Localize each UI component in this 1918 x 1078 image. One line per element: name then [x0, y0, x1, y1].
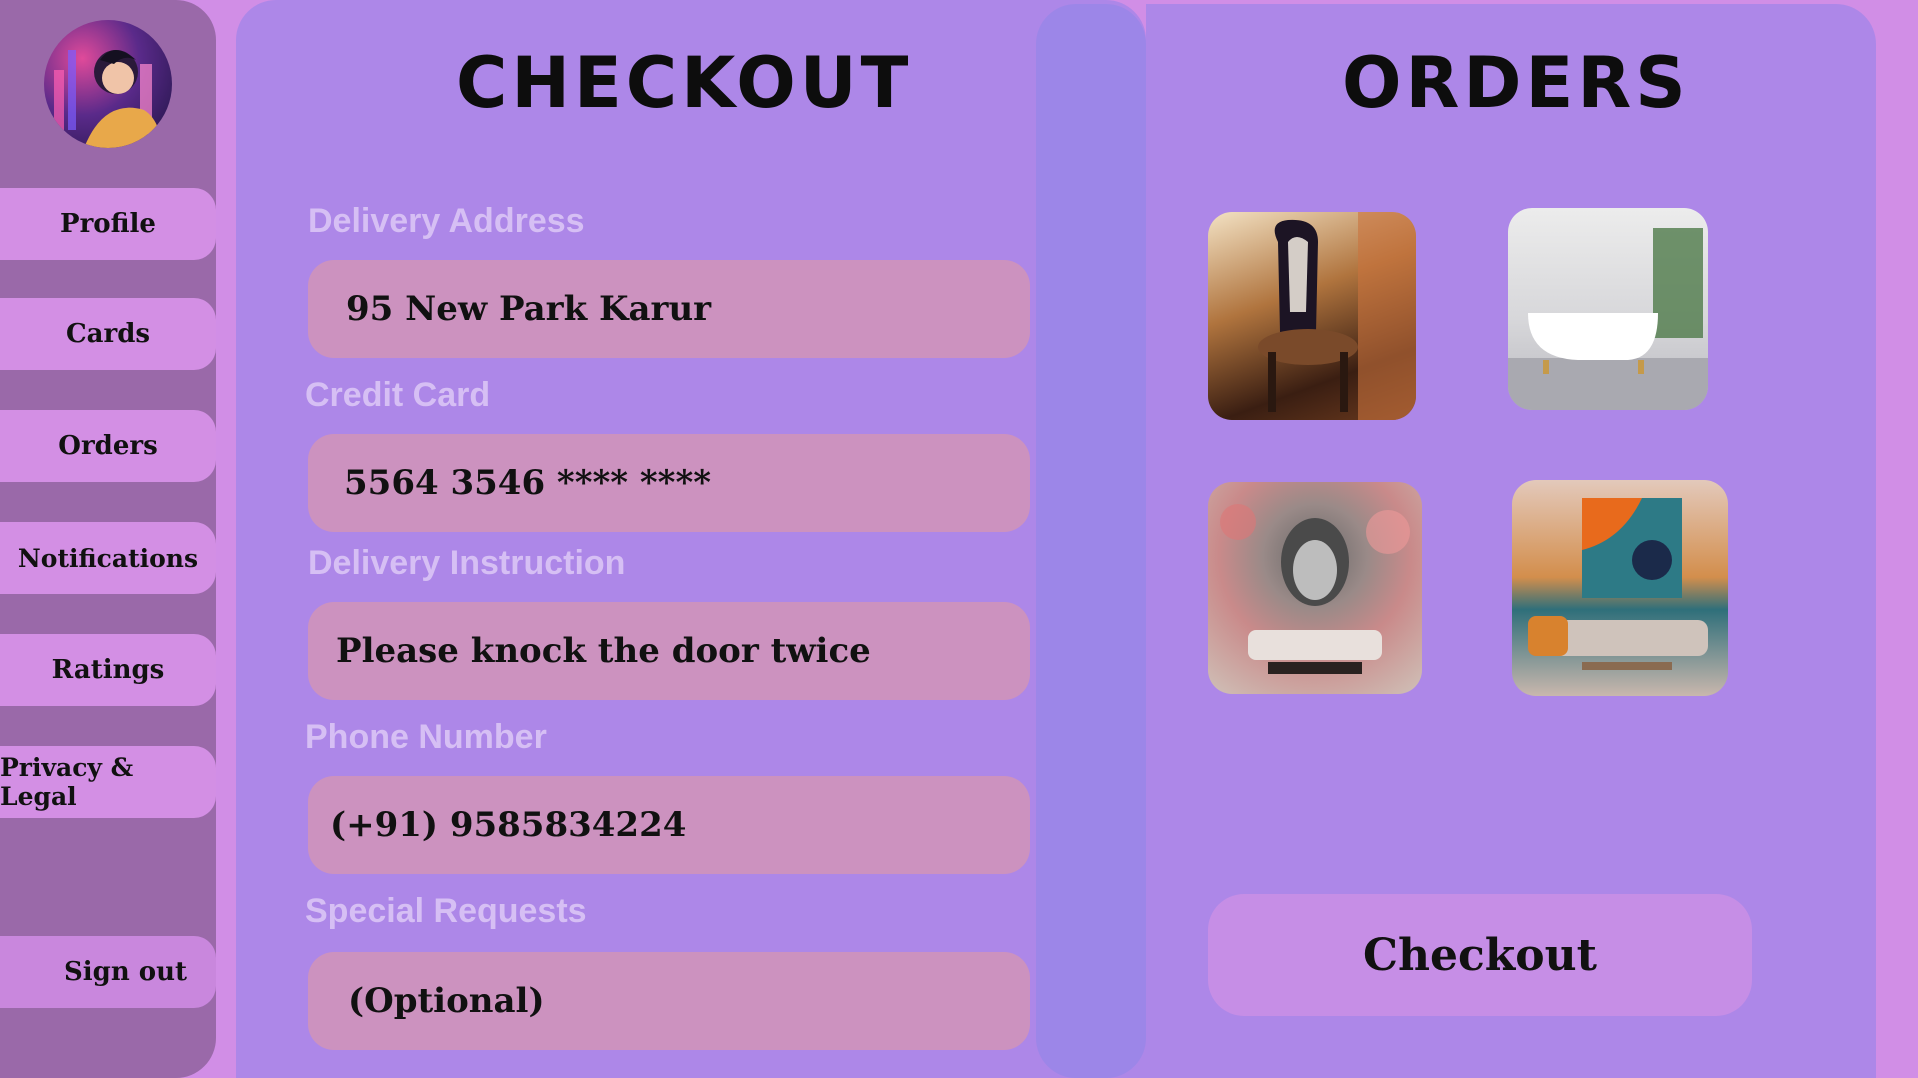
bathtub-image-icon [1508, 228, 1708, 410]
sign-out-button[interactable]: Sign out [0, 936, 216, 1008]
checkout-button[interactable]: Checkout [1208, 894, 1752, 1016]
order-item-wall-art[interactable] [1208, 482, 1422, 694]
phone-number-field[interactable]: (+91) 9585834224 [308, 776, 1030, 874]
order-item-chair[interactable] [1208, 212, 1416, 420]
delivery-address-label: Delivery Address [308, 202, 585, 240]
sidebar: Profile Cards Orders Notifications Ratin… [0, 0, 216, 1078]
order-item-bathtub[interactable] [1508, 208, 1708, 410]
sidebar-item-profile[interactable]: Profile [0, 188, 216, 260]
delivery-address-field[interactable]: 95 New Park Karur [308, 260, 1030, 358]
avatar[interactable] [44, 20, 172, 148]
orders-title: ORDERS [1342, 42, 1690, 124]
sidebar-item-cards[interactable]: Cards [0, 298, 216, 370]
phone-number-label: Phone Number [305, 718, 547, 756]
sidebar-item-ratings[interactable]: Ratings [0, 634, 216, 706]
credit-card-field[interactable]: 5564 3546 **** **** [308, 434, 1030, 532]
avatar-illustration-icon [54, 50, 162, 148]
special-requests-field[interactable]: (Optional) [308, 952, 1030, 1050]
chair-image-icon [1258, 212, 1416, 420]
sidebar-item-privacy-legal[interactable]: Privacy & Legal [0, 746, 216, 818]
special-requests-label: Special Requests [305, 892, 587, 930]
delivery-instruction-field[interactable]: Please knock the door twice [308, 602, 1030, 700]
living-room-image-icon [1528, 498, 1708, 670]
checkout-title: CHECKOUT [456, 42, 913, 124]
delivery-instruction-label: Delivery Instruction [308, 544, 626, 582]
sidebar-item-notifications[interactable]: Notifications [0, 522, 216, 594]
sidebar-item-orders[interactable]: Orders [0, 410, 216, 482]
order-item-living-room[interactable] [1512, 480, 1728, 696]
panel-divider [1036, 4, 1146, 1078]
wall-art-image-icon [1220, 504, 1410, 674]
credit-card-label: Credit Card [305, 376, 491, 414]
